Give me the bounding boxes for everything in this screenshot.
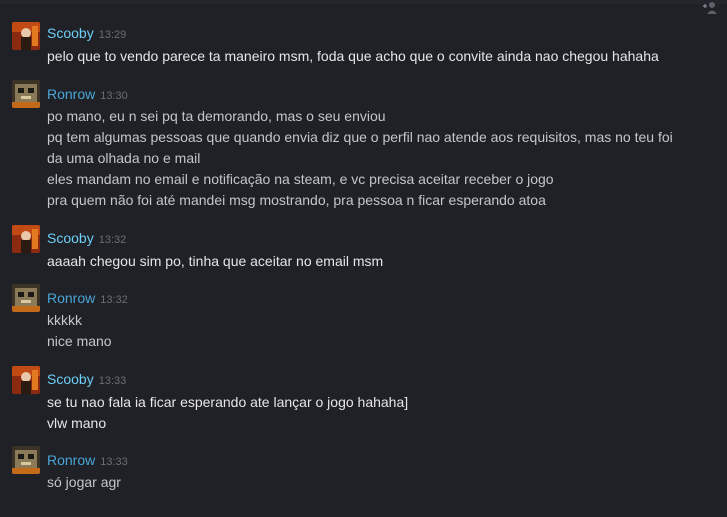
scooby-avatar-icon[interactable]	[12, 22, 40, 50]
message-header: Ronrow 13:33	[47, 452, 128, 470]
message-text: po mano, eu n sei pq ta demorando, mas o…	[47, 108, 386, 124]
message-header: Scooby 13:33	[47, 371, 126, 389]
add-friend-icon[interactable]	[701, 0, 719, 16]
sender-name[interactable]: Scooby	[47, 25, 94, 41]
message-header: Scooby 13:32	[47, 230, 126, 248]
message-text: kkkkk	[47, 312, 82, 328]
message-text: se tu nao fala ia ficar esperando ate la…	[47, 394, 409, 410]
timestamp: 13:33	[100, 456, 128, 468]
timestamp: 13:30	[100, 90, 128, 102]
scooby-avatar-icon[interactable]	[12, 366, 40, 394]
sender-name[interactable]: Ronrow	[47, 86, 95, 102]
message-header: Ronrow 13:30	[47, 86, 128, 104]
message-header: Scooby 13:29	[47, 25, 126, 43]
sender-name[interactable]: Ronrow	[47, 452, 95, 468]
message-text: pelo que to vendo parece ta maneiro msm,…	[47, 48, 659, 64]
message-text: eles mandam no email e notificação na st…	[47, 171, 554, 187]
sender-name[interactable]: Scooby	[47, 230, 94, 246]
timestamp: 13:32	[100, 294, 128, 306]
message-text: da uma olhada no e mail	[47, 150, 201, 166]
message-text: aaaah chegou sim po, tinha que aceitar n…	[47, 253, 384, 269]
ronrow-avatar-icon[interactable]	[12, 80, 40, 108]
scooby-avatar-icon[interactable]	[12, 225, 40, 253]
message-text: pq tem algumas pessoas que quando envia …	[47, 129, 673, 145]
timestamp: 13:32	[98, 234, 127, 246]
ronrow-avatar-icon[interactable]	[12, 446, 40, 474]
sender-name[interactable]: Scooby	[47, 371, 94, 387]
timestamp: 13:29	[98, 29, 127, 41]
message-text: pra quem não foi até mandei msg mostrand…	[47, 192, 546, 208]
message-header: Ronrow 13:32	[47, 290, 128, 308]
message-text: vlw mano	[47, 415, 107, 431]
chat-window: Scooby 13:29 pelo que to vendo parece ta …	[0, 0, 727, 517]
top-strip	[0, 0, 727, 4]
message-text: nice mano	[47, 333, 112, 349]
timestamp: 13:33	[98, 375, 127, 387]
message-text: só jogar agr	[47, 474, 121, 490]
ronrow-avatar-icon[interactable]	[12, 284, 40, 312]
sender-name[interactable]: Ronrow	[47, 290, 95, 306]
